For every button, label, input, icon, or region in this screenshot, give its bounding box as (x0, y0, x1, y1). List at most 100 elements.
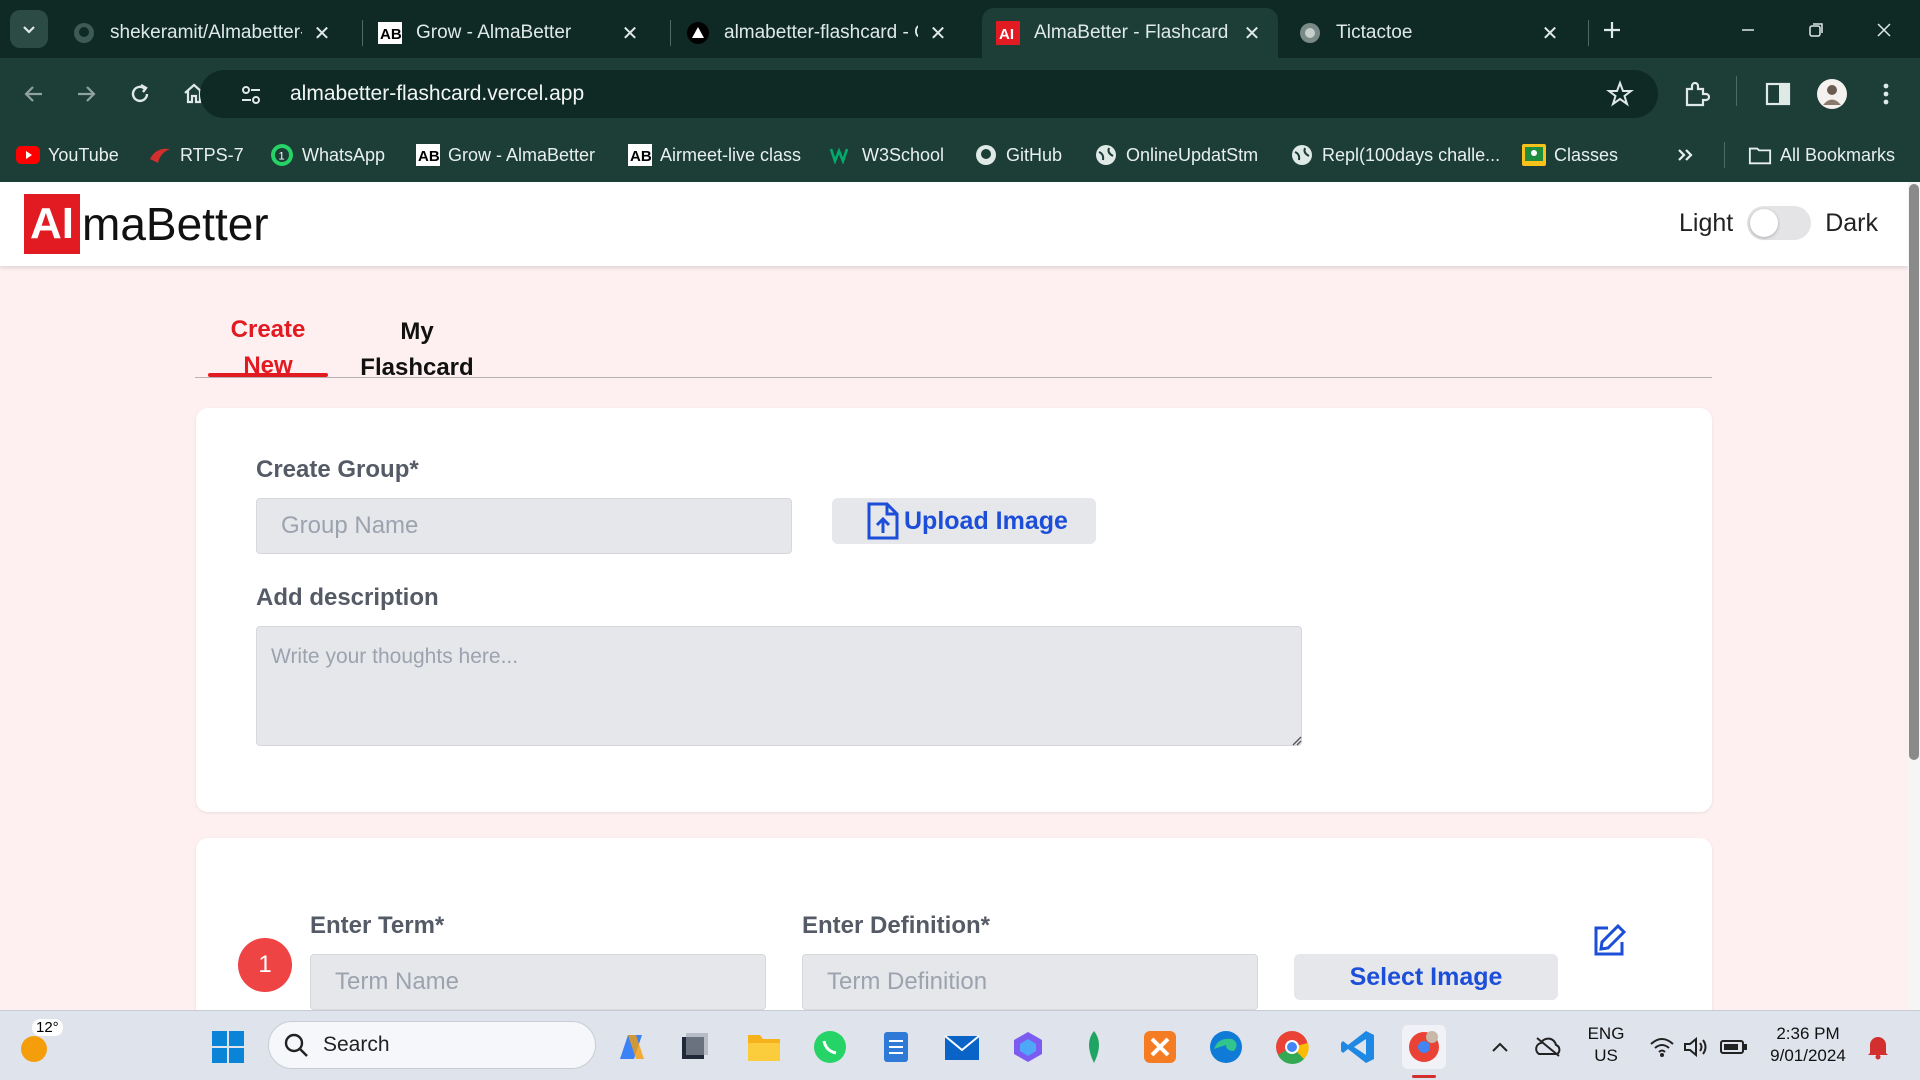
reload-icon (131, 83, 149, 103)
minimize-button[interactable] (1728, 12, 1768, 48)
active-tab-indicator (208, 373, 328, 377)
browser-tab-flashcard[interactable]: AI AlmaBetter - Flashcard G ✕ (982, 8, 1278, 58)
bookmark-label: RTPS-7 (180, 144, 244, 165)
m365-icon[interactable] (1006, 1025, 1050, 1069)
avatar (1817, 79, 1847, 109)
start-button[interactable] (206, 1025, 250, 1069)
back-arrow-icon (24, 86, 42, 102)
bookmark-rtps[interactable]: RTPS-7 (148, 140, 244, 170)
logo-wordmark: maBetter (82, 198, 269, 250)
show-hidden-icons-button[interactable] (1478, 1025, 1522, 1069)
search-label: Search (323, 1033, 390, 1056)
notepad-icon[interactable] (874, 1025, 918, 1069)
term-name-input[interactable]: Term Name (310, 954, 766, 1010)
theme-toggle[interactable] (1747, 206, 1812, 240)
extensions-button[interactable] (1676, 74, 1716, 114)
site-info-icon[interactable] (240, 84, 262, 106)
file-upload-icon (867, 502, 899, 540)
back-button[interactable] (14, 74, 54, 114)
tab-label: Flashcard (360, 354, 474, 381)
github-icon (974, 143, 998, 167)
upload-image-button[interactable]: Upload Image (832, 498, 1096, 544)
close-icon (1877, 23, 1891, 37)
side-panel-button[interactable] (1758, 74, 1798, 114)
tab-title: AlmaBetter - Flashcard G (1034, 22, 1232, 43)
bookmark-github[interactable]: GitHub (974, 140, 1062, 170)
notification-bell-icon[interactable] (1856, 1025, 1900, 1069)
youtube-icon (16, 143, 40, 167)
chevron-down-icon (23, 26, 35, 34)
more-bookmarks-button[interactable] (1676, 140, 1694, 170)
resize-grip-icon[interactable] (1290, 734, 1302, 746)
close-icon[interactable]: ✕ (1240, 21, 1264, 45)
almabetter-ab-icon: AB (628, 143, 652, 167)
browser-menu-button[interactable] (1866, 74, 1906, 114)
browser-tab-vercel[interactable]: almabetter-flashcard - O ✕ (672, 8, 964, 58)
bookmark-star-icon[interactable] (1606, 80, 1634, 108)
bookmark-label: W3School (862, 144, 945, 165)
kebab-menu-icon (1883, 83, 1889, 105)
xampp-icon[interactable] (1138, 1025, 1182, 1069)
definition-label: Enter Definition* (802, 912, 991, 939)
term-definition-input[interactable]: Term Definition (802, 954, 1258, 1010)
close-icon[interactable]: ✕ (618, 21, 642, 45)
chrome-icon[interactable] (1270, 1025, 1314, 1069)
description-textarea[interactable]: Write your thoughts here... (256, 626, 1302, 746)
bookmark-onlineupdatstm[interactable]: OnlineUpdatStm (1094, 140, 1258, 170)
select-image-button[interactable]: Select Image (1294, 954, 1558, 1000)
bookmark-label: WhatsApp (302, 144, 386, 165)
close-icon[interactable]: ✕ (926, 21, 950, 45)
taskbar-search[interactable]: Search (268, 1021, 596, 1069)
file-explorer-icon[interactable] (742, 1025, 786, 1069)
profile-button[interactable] (1812, 74, 1852, 114)
clock-date: 9/01/2024 (1770, 1046, 1846, 1065)
tab-divider (362, 20, 363, 46)
new-tab-button[interactable] (1592, 12, 1632, 48)
browser-toolbar: almabetter-flashcard.vercel.app (0, 58, 1920, 128)
term-number-badge: 1 (238, 938, 292, 992)
browser-tab-grow[interactable]: AB Grow - AlmaBetter ✕ (364, 8, 656, 58)
task-view-icon[interactable] (672, 1025, 716, 1069)
chrome-profile-taskbar-icon[interactable] (1402, 1025, 1446, 1069)
edge-icon[interactable] (1204, 1025, 1248, 1069)
input-language[interactable]: ENG US (1582, 1023, 1630, 1067)
bookmark-repl[interactable]: Repl(100days challe... (1290, 140, 1500, 170)
battery-icon[interactable] (1712, 1025, 1756, 1069)
mail-icon[interactable] (940, 1025, 984, 1069)
bookmark-whatsapp[interactable]: 1 WhatsApp (270, 140, 385, 170)
browser-tab-github[interactable]: shekeramit/Almabetter-F ✕ (58, 8, 348, 58)
svg-text:AI: AI (999, 26, 1014, 43)
svg-text:AB: AB (418, 148, 440, 165)
windows-logo-icon (212, 1031, 244, 1063)
window-close-button[interactable] (1864, 12, 1904, 48)
copilot-taskbar-icon[interactable] (610, 1025, 654, 1069)
bookmark-classes[interactable]: Classes (1522, 140, 1618, 170)
whatsapp-taskbar-icon[interactable] (808, 1025, 852, 1069)
url-text: almabetter-flashcard.vercel.app (290, 82, 585, 105)
tab-search-button[interactable] (10, 10, 48, 48)
restore-button[interactable] (1796, 12, 1836, 48)
mongodb-icon[interactable] (1072, 1025, 1116, 1069)
group-name-input[interactable]: Group Name (256, 498, 792, 554)
browser-tab-tictactoe[interactable]: Tictactoe ✕ (1284, 8, 1576, 58)
clock[interactable]: 2:36 PM 9/01/2024 (1764, 1023, 1852, 1067)
address-bar[interactable]: almabetter-flashcard.vercel.app (200, 70, 1658, 118)
edit-term-button[interactable] (1590, 922, 1628, 960)
bookmark-airmeet[interactable]: AB Airmeet-live class (628, 140, 801, 170)
close-icon[interactable]: ✕ (1538, 21, 1562, 45)
tab-my-flashcard[interactable]: My Flashcard (347, 314, 487, 386)
bookmark-grow-almabetter[interactable]: AB Grow - AlmaBetter (416, 140, 595, 170)
reload-button[interactable] (120, 74, 160, 114)
almabetter-logo[interactable]: AI maBetter (24, 194, 269, 254)
all-bookmarks-button[interactable]: All Bookmarks (1748, 140, 1895, 170)
bookmark-w3school[interactable]: W3School (830, 140, 944, 170)
close-icon[interactable]: ✕ (310, 21, 334, 45)
onedrive-icon[interactable] (1526, 1025, 1570, 1069)
svg-text:AB: AB (630, 148, 652, 165)
select-image-label: Select Image (1349, 962, 1503, 991)
bookmark-youtube[interactable]: YouTube (16, 140, 119, 170)
scrollbar-thumb[interactable] (1909, 184, 1919, 760)
webpage: AI maBetter Light Dark Create New My Fla… (0, 182, 1908, 1010)
vscode-icon[interactable] (1336, 1025, 1380, 1069)
forward-button[interactable] (66, 74, 106, 114)
